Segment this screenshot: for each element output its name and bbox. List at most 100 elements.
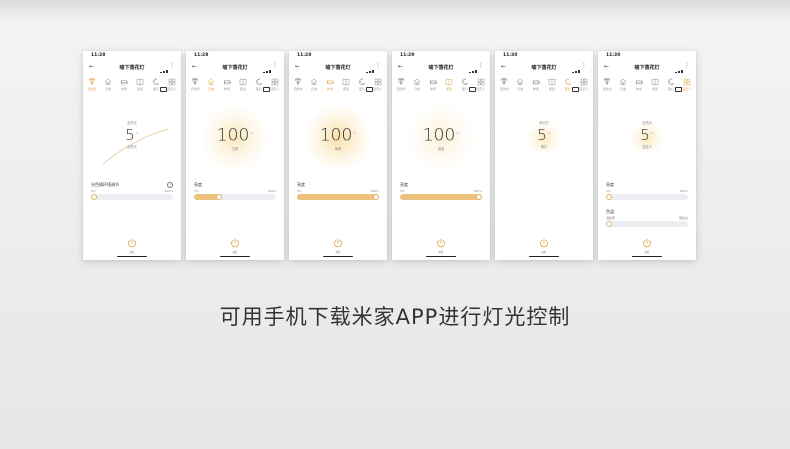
help-icon[interactable]: ? (167, 182, 173, 188)
moon-icon (152, 78, 160, 86)
phone-screen: 11:28 ← 喻下落花灯 ⋮ 自然光 日常 休闲 阅读 夜灯 自定义 100% 日常 亮度 5% 100%… (186, 51, 284, 260)
slider-range: 5% 100% (194, 189, 276, 193)
mode-moon[interactable]: 夜灯 (665, 78, 678, 96)
title-bar: ← 喻下落花灯 ⋮ (186, 62, 284, 72)
mode-house[interactable]: 日常 (411, 78, 424, 96)
mode-house[interactable]: 日常 (617, 78, 630, 96)
slider-knob[interactable] (90, 193, 97, 200)
mode-moon[interactable]: 夜灯 (150, 78, 163, 96)
status-time: 11:30 (503, 53, 518, 58)
slider-section: 亮度 5% 100% (194, 182, 276, 200)
more-menu-icon[interactable]: ⋮ (169, 63, 175, 69)
slider-min: 5% (297, 189, 302, 193)
mode-sofa[interactable]: 休闲 (427, 78, 440, 96)
signal-battery-icon (469, 54, 483, 92)
mode-moon[interactable]: 夜灯 (459, 78, 472, 96)
more-menu-icon[interactable]: ⋮ (581, 63, 587, 69)
mode-sofa[interactable]: 休闲 (118, 78, 131, 96)
brightness-value: 100% (186, 124, 284, 146)
power-icon[interactable] (127, 238, 137, 248)
mode-diamond[interactable]: 自然光 (292, 78, 305, 96)
more-menu-icon[interactable]: ⋮ (478, 63, 484, 69)
more-menu-icon[interactable]: ⋮ (272, 63, 278, 69)
device-title: 喻下落花灯 (325, 65, 351, 71)
readout-mode-name: 自定义 (642, 145, 652, 149)
power-icon[interactable] (436, 238, 446, 248)
mode-diamond[interactable]: 自然光 (601, 78, 614, 96)
mode-sofa[interactable]: 休闲 (324, 78, 337, 96)
mode-diamond[interactable]: 自然光 (86, 78, 99, 96)
mode-moon[interactable]: 夜灯 (356, 78, 369, 96)
mode-sofa[interactable]: 休闲 (221, 78, 234, 96)
mode-grid[interactable]: 自定义 (577, 78, 590, 96)
slider-range: 5% 100% (297, 189, 379, 193)
mode-sofa[interactable]: 休闲 (633, 78, 646, 96)
mode-book[interactable]: 阅读 (134, 78, 147, 96)
mode-diamond[interactable]: 自然光 (395, 78, 408, 96)
slider-min: 5% (606, 189, 611, 193)
mode-moon[interactable]: 夜灯 (253, 78, 266, 96)
brightness-readout: 100% 日常 (186, 124, 284, 151)
grid-icon (168, 78, 175, 86)
mode-grid[interactable]: 自定义 (680, 78, 693, 96)
slider-title: 亮度 (194, 182, 202, 187)
sofa-icon (532, 80, 540, 85)
mode-sofa[interactable]: 休闲 (530, 78, 543, 96)
mode-grid[interactable]: 自定义 (268, 78, 281, 96)
book-icon (651, 78, 659, 86)
mode-grid[interactable]: 自定义 (474, 78, 487, 96)
mode-diamond[interactable]: 自然光 (498, 78, 511, 96)
slider-knob[interactable] (605, 220, 612, 227)
slider-track[interactable] (605, 193, 688, 200)
mode-grid[interactable]: 自定义 (371, 78, 384, 96)
mode-house[interactable]: 日常 (308, 78, 321, 96)
power-icon[interactable] (642, 238, 652, 248)
diamond-icon (191, 78, 199, 85)
power-icon[interactable] (539, 238, 549, 248)
mode-book[interactable]: 阅读 (443, 78, 456, 96)
brightness-value: 5% (83, 125, 181, 144)
mode-label: 自然光 (396, 87, 406, 91)
slider-track[interactable] (90, 193, 173, 200)
slider-fill (297, 194, 379, 200)
slider-knob[interactable] (605, 193, 612, 200)
mode-house[interactable]: 日常 (205, 78, 218, 96)
mode-book[interactable]: 阅读 (340, 78, 353, 96)
power-icon[interactable] (230, 238, 240, 248)
slider-track[interactable] (605, 220, 688, 227)
slider-range: 温暖黄 明亮白 (606, 216, 688, 220)
power-icon[interactable] (333, 238, 343, 248)
mode-grid[interactable]: 自定义 (165, 78, 178, 96)
mode-diamond[interactable]: 自然光 (189, 78, 202, 96)
slider-track[interactable] (297, 193, 380, 200)
sofa-icon (223, 80, 231, 85)
mode-book[interactable]: 阅读 (237, 78, 250, 96)
slider-knob[interactable] (215, 193, 222, 200)
slider-knob[interactable] (373, 193, 380, 200)
mode-house[interactable]: 日常 (102, 78, 115, 96)
mode-book[interactable]: 阅读 (649, 78, 662, 96)
more-menu-icon[interactable]: ⋮ (375, 63, 381, 69)
status-time: 11:30 (606, 53, 621, 58)
book-icon (342, 78, 350, 86)
mode-label: 自定义 (373, 87, 383, 91)
mode-label: 休闲 (224, 87, 231, 91)
mode-moon[interactable]: 夜灯 (562, 78, 575, 96)
brightness-value: 5% (598, 125, 696, 144)
moon-icon (461, 78, 469, 86)
mode-house[interactable]: 日常 (514, 78, 527, 96)
diamond-icon (397, 78, 405, 85)
device-title: 喻下落花灯 (634, 65, 660, 71)
mode-label: 休闲 (430, 87, 437, 91)
more-menu-icon[interactable]: ⋮ (684, 63, 690, 69)
slider-track[interactable] (194, 193, 276, 200)
slider-track[interactable] (400, 193, 483, 200)
mode-book[interactable]: 阅读 (546, 78, 559, 96)
signal-battery-icon (675, 54, 689, 92)
status-bar: 11:30 (501, 53, 587, 92)
device-title: 喻下落花灯 (428, 65, 454, 71)
slider-knob[interactable] (476, 193, 483, 200)
mode-bar: 自然光 日常 休闲 阅读 夜灯 自定义 (86, 78, 178, 96)
title-bar: ← 喻下落花灯 ⋮ (598, 62, 696, 72)
mode-label: 夜灯 (461, 87, 468, 91)
